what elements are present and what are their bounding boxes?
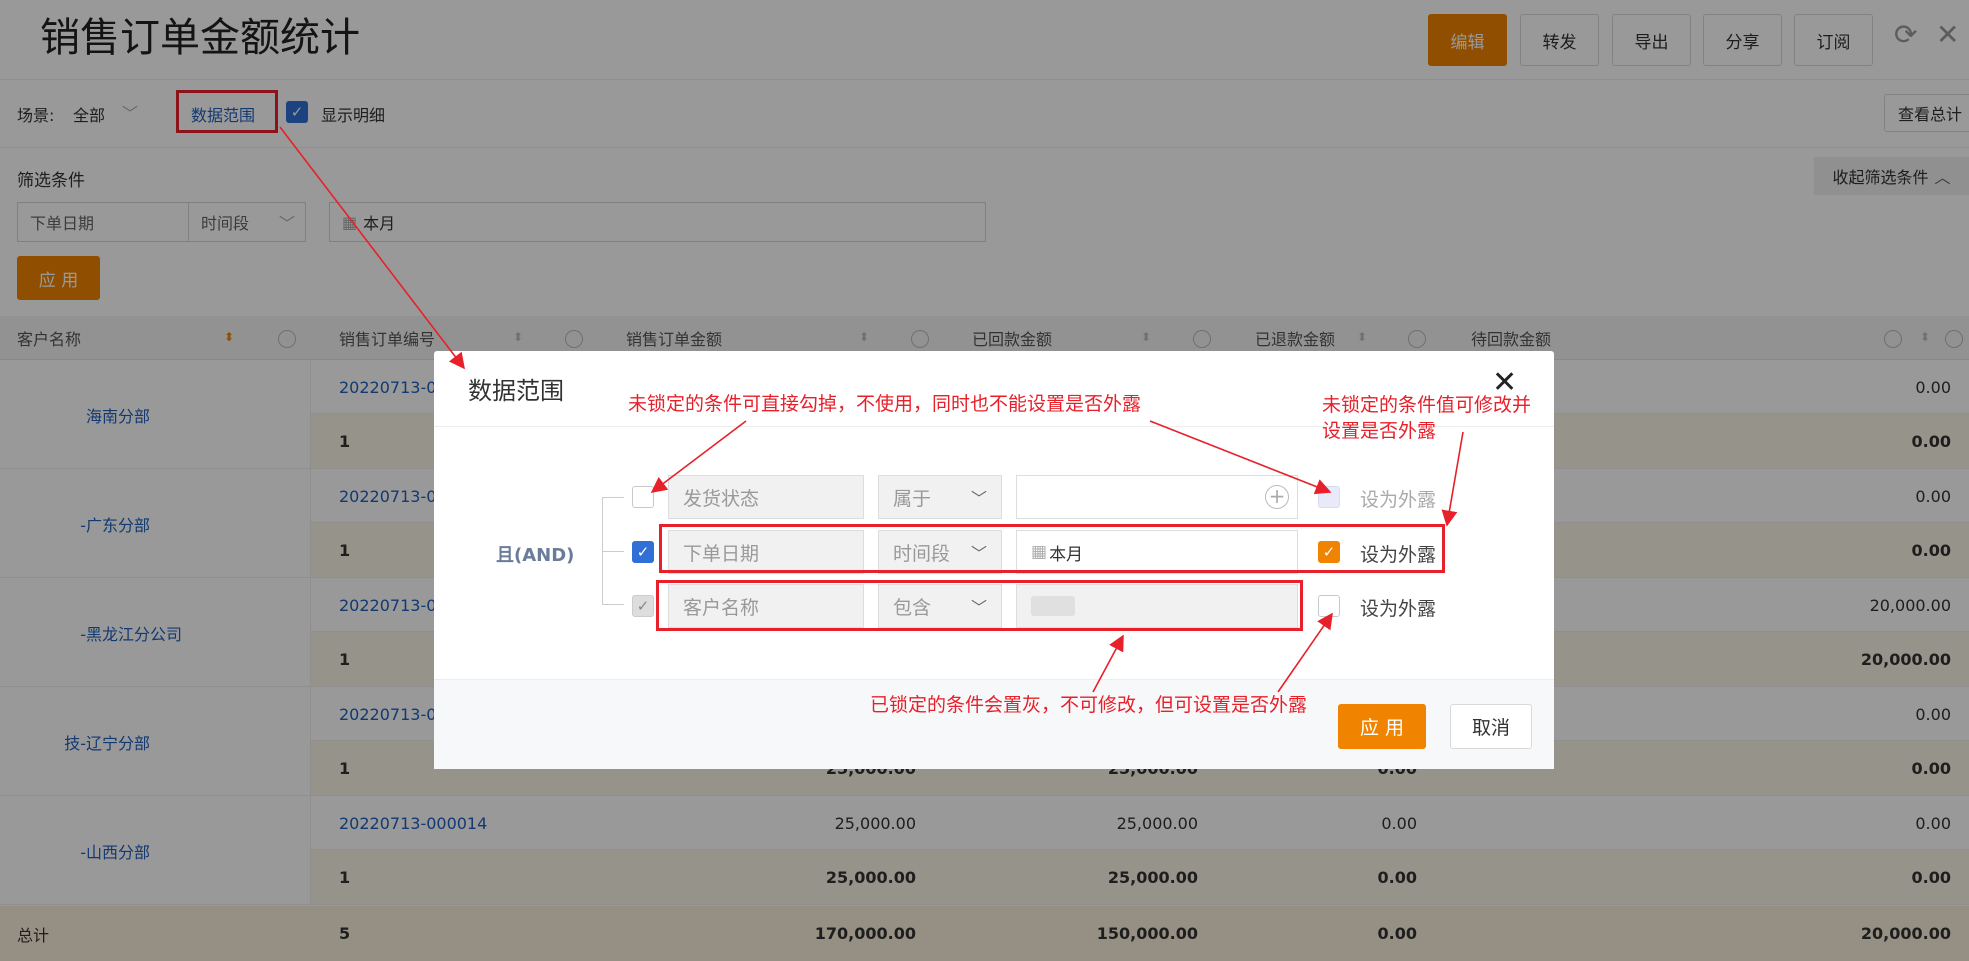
arrow-data-range xyxy=(279,126,465,370)
arrow-editable xyxy=(1441,431,1464,527)
arrow-locked-expose xyxy=(1277,612,1333,693)
arrow-uncheck xyxy=(650,420,747,493)
arrow-expose-disabled xyxy=(1149,420,1332,495)
annotation-arrows xyxy=(279,126,1464,693)
arrow-locked-value xyxy=(1092,634,1124,693)
